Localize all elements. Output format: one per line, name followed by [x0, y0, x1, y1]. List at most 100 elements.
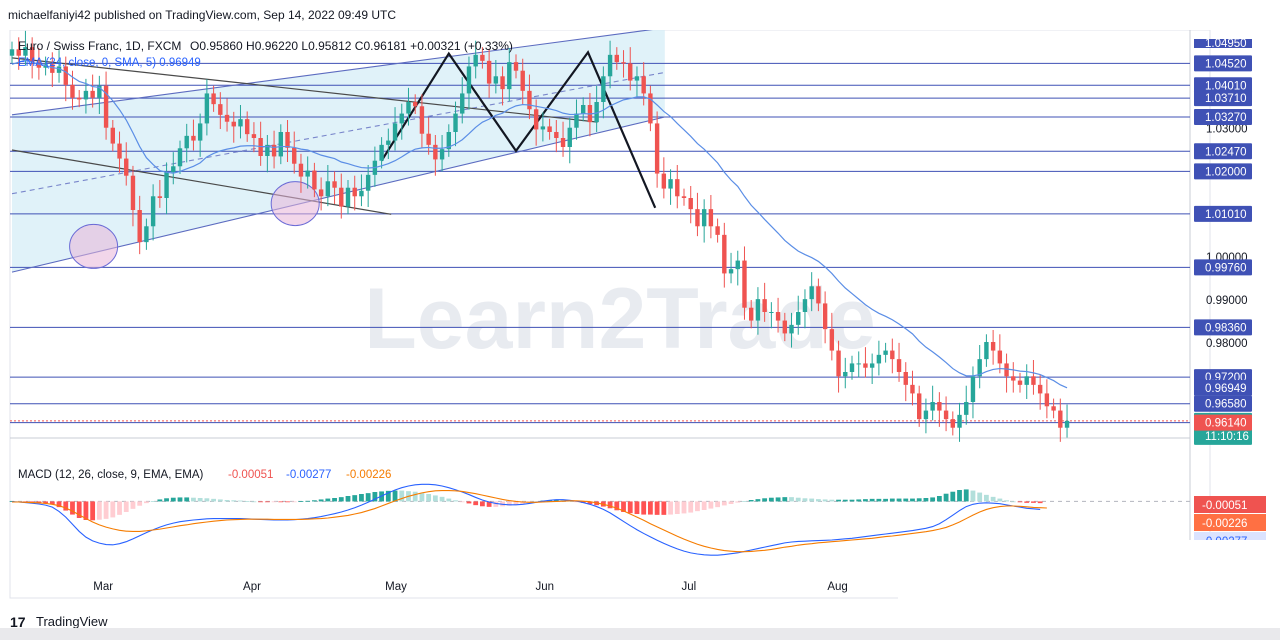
candle [63, 66, 68, 85]
candle [567, 127, 572, 147]
price-badge-label: 0.96140 [1205, 418, 1247, 430]
candle [581, 105, 586, 114]
price-badge-label: 1.04520 [1205, 58, 1247, 70]
candle [728, 269, 734, 274]
candle [486, 60, 492, 84]
macd-hist-bar [211, 498, 216, 502]
candle [796, 312, 801, 325]
candle [1004, 363, 1009, 377]
support-circle [270, 181, 320, 227]
candle [150, 196, 156, 227]
macd-hist-bar [883, 498, 888, 502]
price-badge-label: 1.02000 [1205, 166, 1247, 178]
candle [816, 286, 821, 304]
macd-hist-bar [876, 498, 882, 502]
publish-bar: michaelfaniyi42 published on TradingView… [0, 0, 1280, 30]
candle [460, 93, 465, 114]
candle [749, 307, 754, 321]
macd-hist-bar [352, 495, 358, 502]
candle [755, 299, 761, 321]
candle [715, 226, 720, 235]
candle [9, 49, 15, 56]
macd-hist-bar [238, 500, 243, 502]
legend-ema: EMA (24, close, 0, SMA, 5) 0.96949 [18, 57, 201, 69]
candle [903, 372, 908, 385]
macd-hist-bar [432, 495, 438, 502]
candle [70, 84, 75, 98]
macd-hist-bar [164, 498, 169, 502]
legend-symbol: Euro / Swiss Franc, 1D, FXCM [18, 39, 181, 53]
candle [950, 419, 955, 428]
macd-hist-bar [204, 498, 210, 502]
candle [1051, 406, 1056, 411]
candle [245, 119, 250, 135]
candle [493, 76, 499, 84]
candle [520, 70, 525, 91]
macd-hist-bar [244, 501, 250, 502]
macd-hist-bar [191, 497, 196, 502]
candle [829, 329, 835, 351]
macd-hist-bar [359, 494, 364, 502]
candle [863, 363, 868, 368]
candle [406, 102, 411, 114]
candle [533, 109, 539, 130]
candle [943, 410, 949, 420]
bottom-bar [0, 628, 1280, 640]
candle [634, 76, 640, 81]
macd-hist-bar [896, 498, 902, 502]
macd-hist-bar [298, 501, 304, 502]
macd-hist-bar [399, 490, 405, 502]
macd-hist-bar [426, 494, 432, 502]
candle [822, 303, 828, 330]
macd-hist-bar [889, 498, 895, 502]
candle [547, 126, 552, 132]
candle [359, 190, 364, 197]
y-axis-tick: 0.99000 [1206, 295, 1248, 307]
candle [1011, 376, 1016, 381]
candle [392, 123, 398, 141]
candle [130, 175, 136, 210]
candle [507, 62, 512, 90]
candle [742, 260, 747, 308]
candle [930, 402, 935, 411]
macd-hist-bar [957, 490, 962, 502]
price-chart[interactable]: Learn2Trade MarAprMayJunJulAugCHF1.03000… [0, 30, 1280, 608]
candle [890, 350, 895, 360]
macd-hist-bar [936, 496, 942, 502]
macd-hist-bar [910, 498, 915, 502]
macd-hist-bar [170, 497, 176, 502]
macd-hist-bar [648, 501, 653, 515]
candle [560, 138, 566, 147]
candle [708, 209, 714, 227]
candle [386, 140, 391, 145]
candle [540, 126, 546, 130]
candle [628, 63, 633, 81]
publish-info: michaelfaniyi42 published on TradingView… [8, 8, 397, 22]
candle [675, 179, 680, 197]
macd-hist-bar [627, 501, 633, 514]
macd-hist-bar [869, 498, 875, 502]
candle [413, 102, 418, 107]
macd-hist-bar [217, 499, 223, 502]
candle [218, 104, 223, 115]
macd-hist-bar [708, 501, 714, 509]
macd-hist-bar [1024, 501, 1030, 503]
candle [1058, 410, 1063, 428]
candle [695, 209, 700, 227]
macd-hist-bar [365, 493, 371, 502]
macd-hist-bar [916, 498, 922, 502]
candle [365, 174, 371, 191]
x-axis-label: Mar [93, 581, 113, 593]
macd-hist-bar [970, 490, 976, 502]
macd-hist-bar [768, 497, 774, 502]
macd-hist-bar [177, 497, 183, 502]
candle [77, 97, 82, 100]
macd-hist-bar [984, 494, 989, 502]
macd-hist-bar [963, 489, 969, 502]
candle [527, 90, 532, 110]
candle [325, 181, 331, 197]
legend-ohlc: O0.95860 H0.96220 L0.95812 C0.96181 +0.0… [190, 39, 513, 53]
candle [124, 158, 129, 176]
macd-hist-bar [264, 501, 270, 503]
macd-hist-bar [446, 498, 452, 502]
